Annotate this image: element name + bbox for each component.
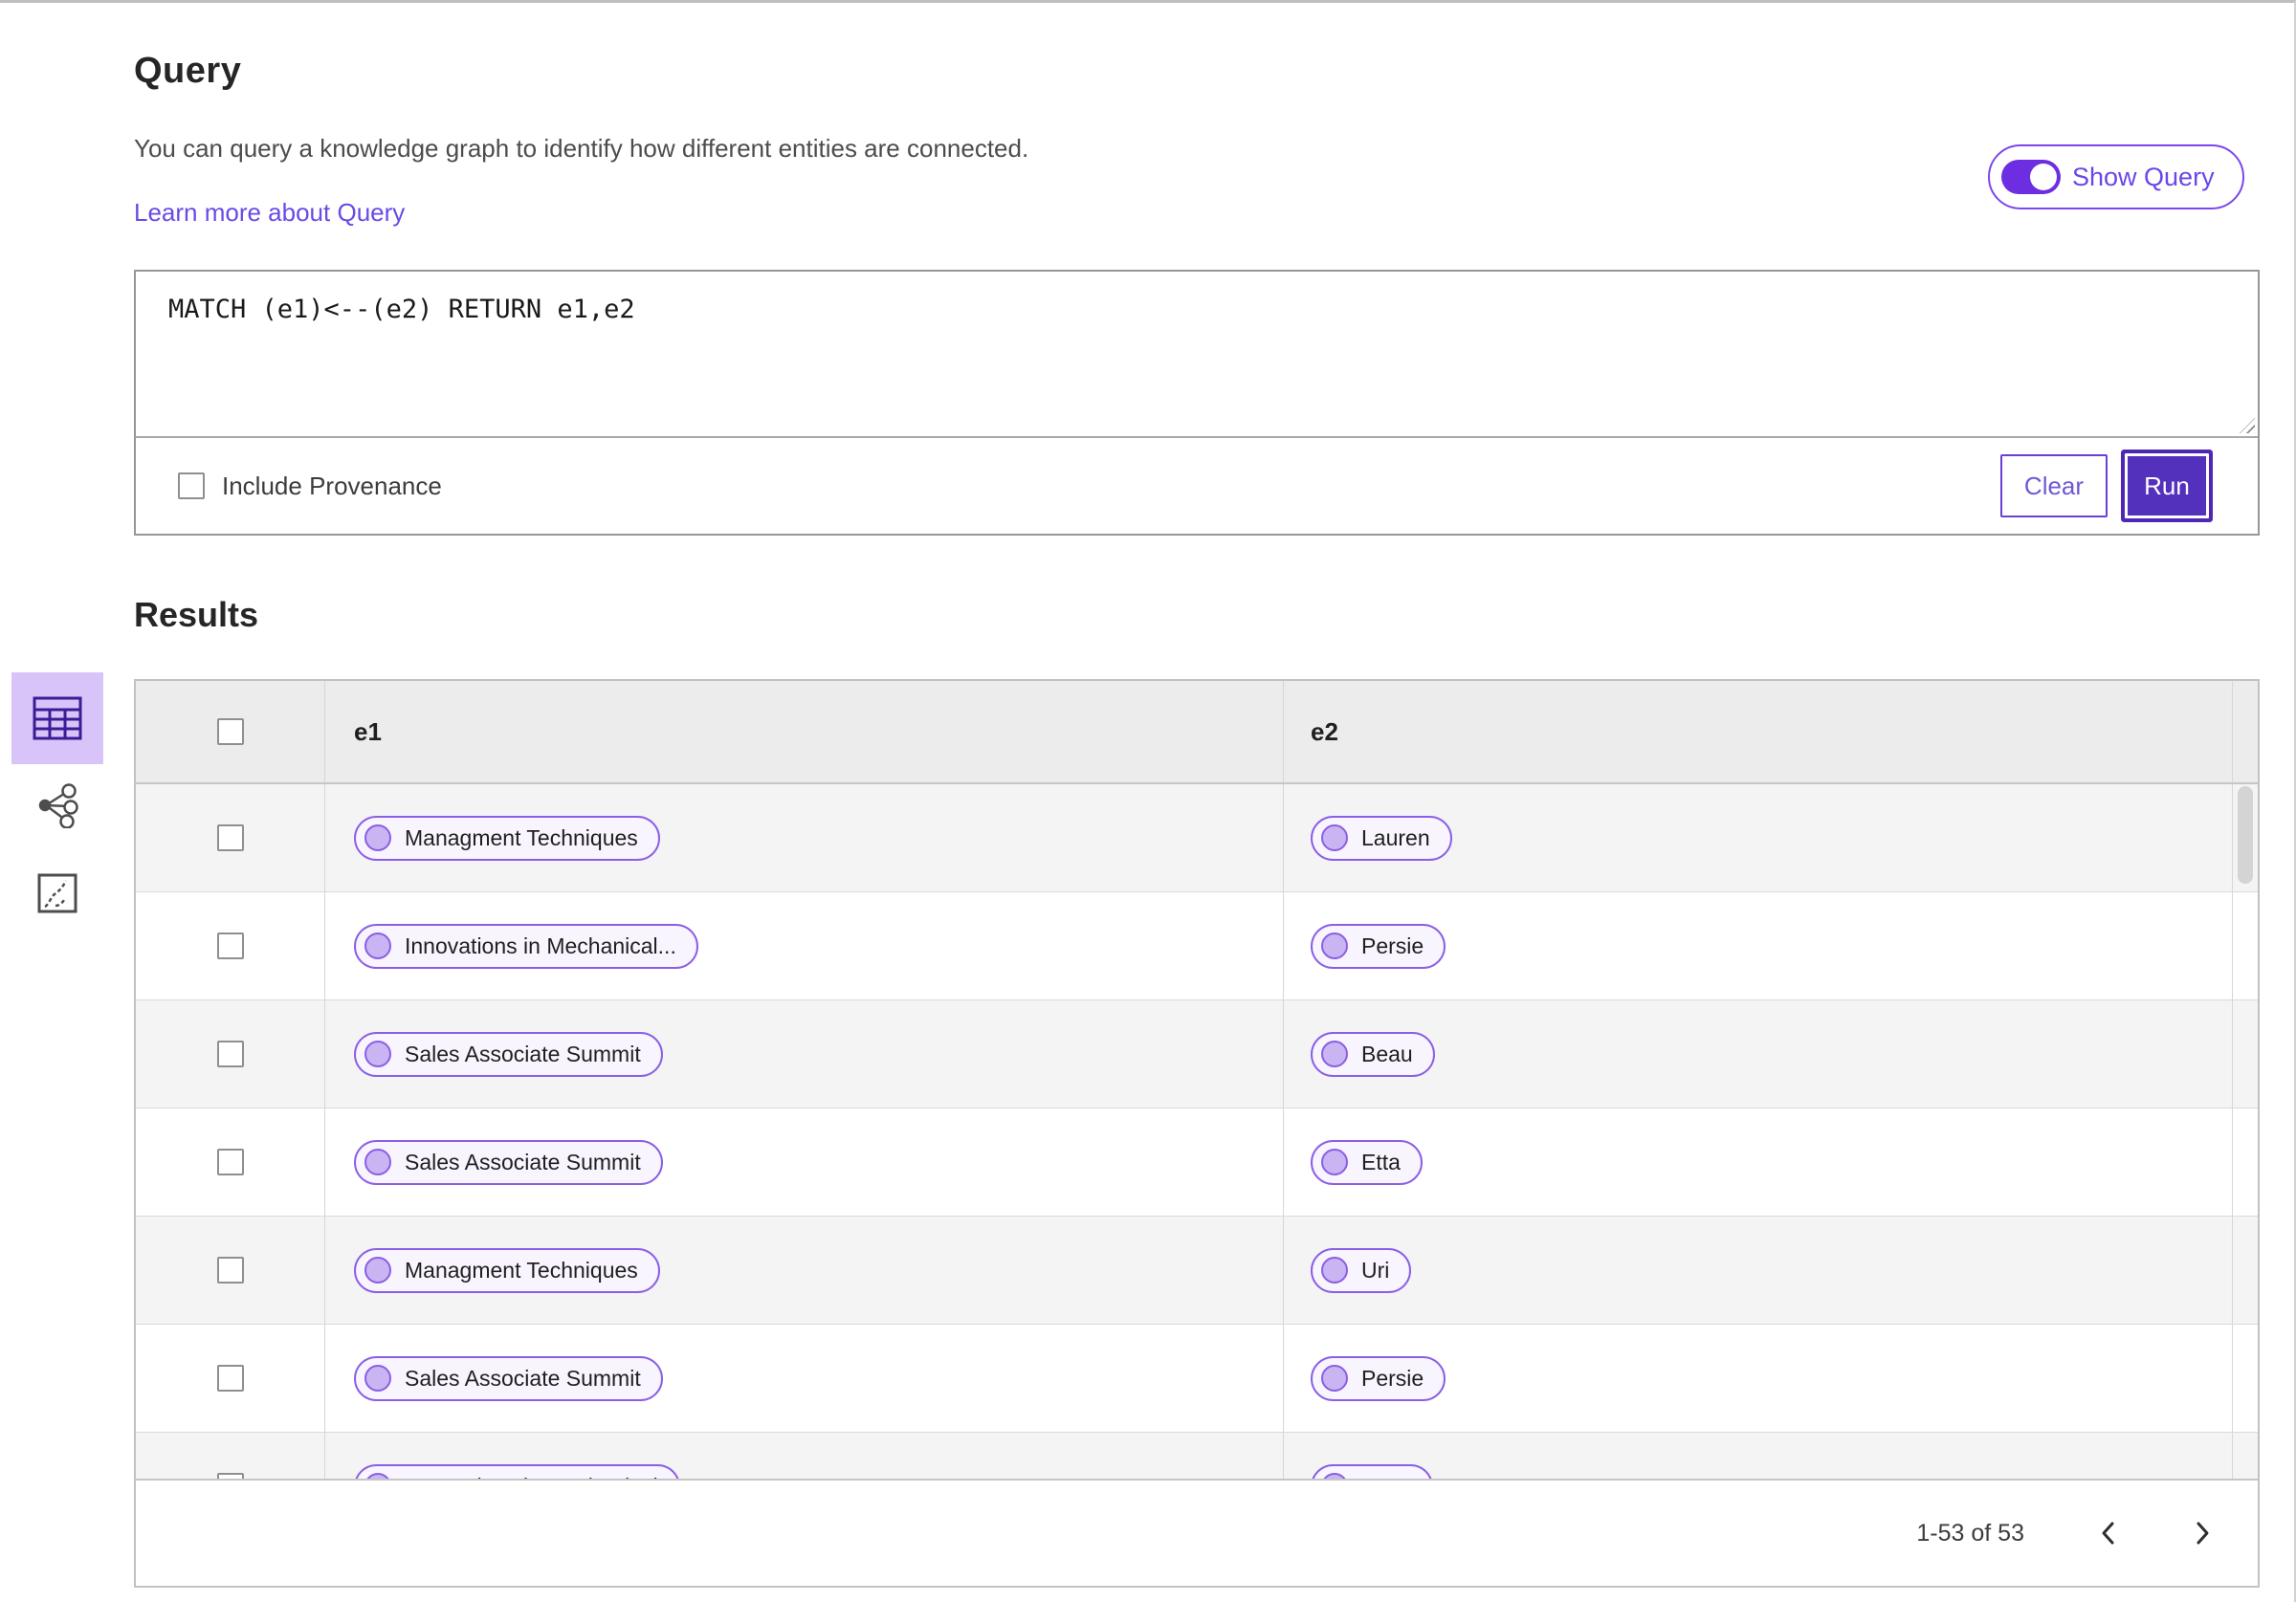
results-table: e1 e2 Managment Techniques Lauren Innova… (134, 679, 2260, 1588)
row-checkbox[interactable] (216, 1041, 244, 1067)
table-scrollbar-thumb[interactable] (2238, 786, 2253, 884)
select-all-checkbox[interactable] (216, 718, 244, 745)
page-title: Query (134, 51, 242, 91)
row-checkbox[interactable] (216, 933, 244, 959)
entity-chip[interactable]: Sales Associate Summit (354, 1031, 663, 1077)
entity-node-icon (1321, 1257, 1348, 1284)
entity-chip-label: Managment Techniques (405, 1257, 638, 1283)
table-row: Sales Associate Summit Persie (136, 1325, 2258, 1433)
table-row: Managment Techniques Lauren (136, 784, 2258, 892)
learn-more-link[interactable]: Learn more about Query (134, 198, 405, 228)
query-code-text: MATCH (e1)<--(e2) RETURN e1,e2 (168, 295, 635, 324)
entity-node-icon (1321, 1365, 1348, 1392)
entity-chip-label: Sales Associate Summit (405, 1149, 641, 1174)
network-icon (38, 783, 78, 828)
row-checkbox[interactable] (216, 1149, 244, 1175)
pagination-label: 1-53 of 53 (1916, 1519, 2024, 1547)
query-footer: Include Provenance Clear Run (136, 436, 2258, 534)
table-view-button[interactable] (11, 672, 103, 764)
entity-chip[interactable]: Managment Techniques (354, 815, 660, 861)
run-button[interactable]: Run (2125, 453, 2209, 518)
table-row: Managment Techniques Uri (136, 1217, 2258, 1325)
table-row: Innovations in Mechanical... Persie (136, 892, 2258, 1000)
entity-chip-label: Etta (1361, 1149, 1401, 1174)
entity-chip[interactable]: Persie (1311, 923, 1446, 969)
chevron-left-icon (2102, 1522, 2114, 1545)
curve-view-button[interactable] (11, 860, 103, 927)
entity-chip-label: Larry (1361, 1474, 1411, 1480)
table-body: Managment Techniques Lauren Innovations … (136, 784, 2258, 1479)
network-view-button[interactable] (11, 772, 103, 839)
toggle-on-icon[interactable] (2001, 160, 2061, 194)
column-header-e2: e2 (1284, 681, 2233, 782)
entity-chip-label: Sales Associate Summit (405, 1041, 641, 1066)
entity-node-icon (364, 933, 391, 959)
table-header-row: e1 e2 (136, 681, 2258, 784)
entity-chip-label: Sales Associate Summit (405, 1365, 641, 1391)
entity-node-icon (1321, 1473, 1348, 1479)
entity-node-icon (364, 1257, 391, 1284)
entity-chip[interactable]: Beau (1311, 1031, 1435, 1077)
column-header-e1: e1 (325, 681, 1284, 782)
entity-chip[interactable]: Persie (1311, 1355, 1446, 1401)
query-panel: MATCH (e1)<--(e2) RETURN e1,e2 Include P… (134, 270, 2260, 536)
entity-node-icon (364, 824, 391, 851)
curve-icon (37, 873, 77, 913)
table-icon (33, 696, 82, 740)
entity-chip[interactable]: Uri (1311, 1247, 1412, 1293)
table-row: Sales Associate Summit Beau (136, 1000, 2258, 1108)
entity-chip[interactable]: Managment Techniques (354, 1247, 660, 1293)
row-checkbox[interactable] (216, 824, 244, 851)
include-provenance-label: Include Provenance (222, 471, 442, 500)
clear-button[interactable]: Clear (2000, 454, 2108, 517)
entity-chip[interactable]: Sales Associate Summit (354, 1355, 663, 1401)
results-view-switcher (11, 672, 103, 927)
entity-chip-label: Innovations in Mechanical... (405, 933, 676, 958)
include-provenance-option[interactable]: Include Provenance (178, 472, 442, 501)
table-row: Innovations in Mechanical Larry (136, 1433, 2258, 1479)
show-query-label: Show Query (2072, 162, 2215, 191)
row-checkbox[interactable] (216, 1365, 244, 1392)
scrollbar-track[interactable] (2233, 681, 2258, 782)
query-description: You can query a knowledge graph to ident… (134, 134, 1029, 163)
row-checkbox[interactable] (216, 1473, 244, 1479)
entity-chip[interactable]: Etta (1311, 1139, 1423, 1185)
table-footer: 1-53 of 53 (136, 1479, 2258, 1586)
entity-chip-label: Managment Techniques (405, 824, 638, 850)
row-checkbox[interactable] (216, 1257, 244, 1284)
chevron-right-icon (2197, 1522, 2209, 1545)
entity-node-icon (364, 1041, 391, 1067)
query-code-editor[interactable]: MATCH (e1)<--(e2) RETURN e1,e2 (136, 272, 2258, 436)
entity-chip[interactable]: Innovations in Mechanical (354, 1463, 680, 1480)
results-title: Results (134, 595, 259, 634)
entity-node-icon (1321, 1041, 1348, 1067)
table-row: Sales Associate Summit Etta (136, 1108, 2258, 1217)
entity-chip[interactable]: Larry (1311, 1463, 1434, 1480)
entity-chip-label: Uri (1361, 1257, 1390, 1283)
entity-node-icon (1321, 824, 1348, 851)
entity-chip-label: Beau (1361, 1041, 1413, 1066)
entity-node-icon (364, 1473, 391, 1479)
resize-handle-icon[interactable] (2240, 418, 2255, 433)
entity-node-icon (364, 1365, 391, 1392)
entity-chip[interactable]: Innovations in Mechanical... (354, 923, 698, 969)
pagination-next-button[interactable] (2185, 1511, 2219, 1555)
entity-node-icon (1321, 1149, 1348, 1175)
include-provenance-checkbox[interactable] (178, 472, 205, 499)
entity-chip[interactable]: Sales Associate Summit (354, 1139, 663, 1185)
entity-chip-label: Lauren (1361, 824, 1430, 850)
entity-chip-label: Innovations in Mechanical (405, 1474, 658, 1480)
entity-node-icon (364, 1149, 391, 1175)
page: Query You can query a knowledge graph to… (0, 0, 2296, 1602)
entity-chip[interactable]: Lauren (1311, 815, 1452, 861)
pagination-prev-button[interactable] (2091, 1511, 2126, 1555)
entity-chip-label: Persie (1361, 1365, 1424, 1391)
toggle-knob (2030, 164, 2057, 190)
entity-chip-label: Persie (1361, 933, 1424, 958)
entity-node-icon (1321, 933, 1348, 959)
show-query-toggle[interactable]: Show Query (1988, 144, 2244, 209)
